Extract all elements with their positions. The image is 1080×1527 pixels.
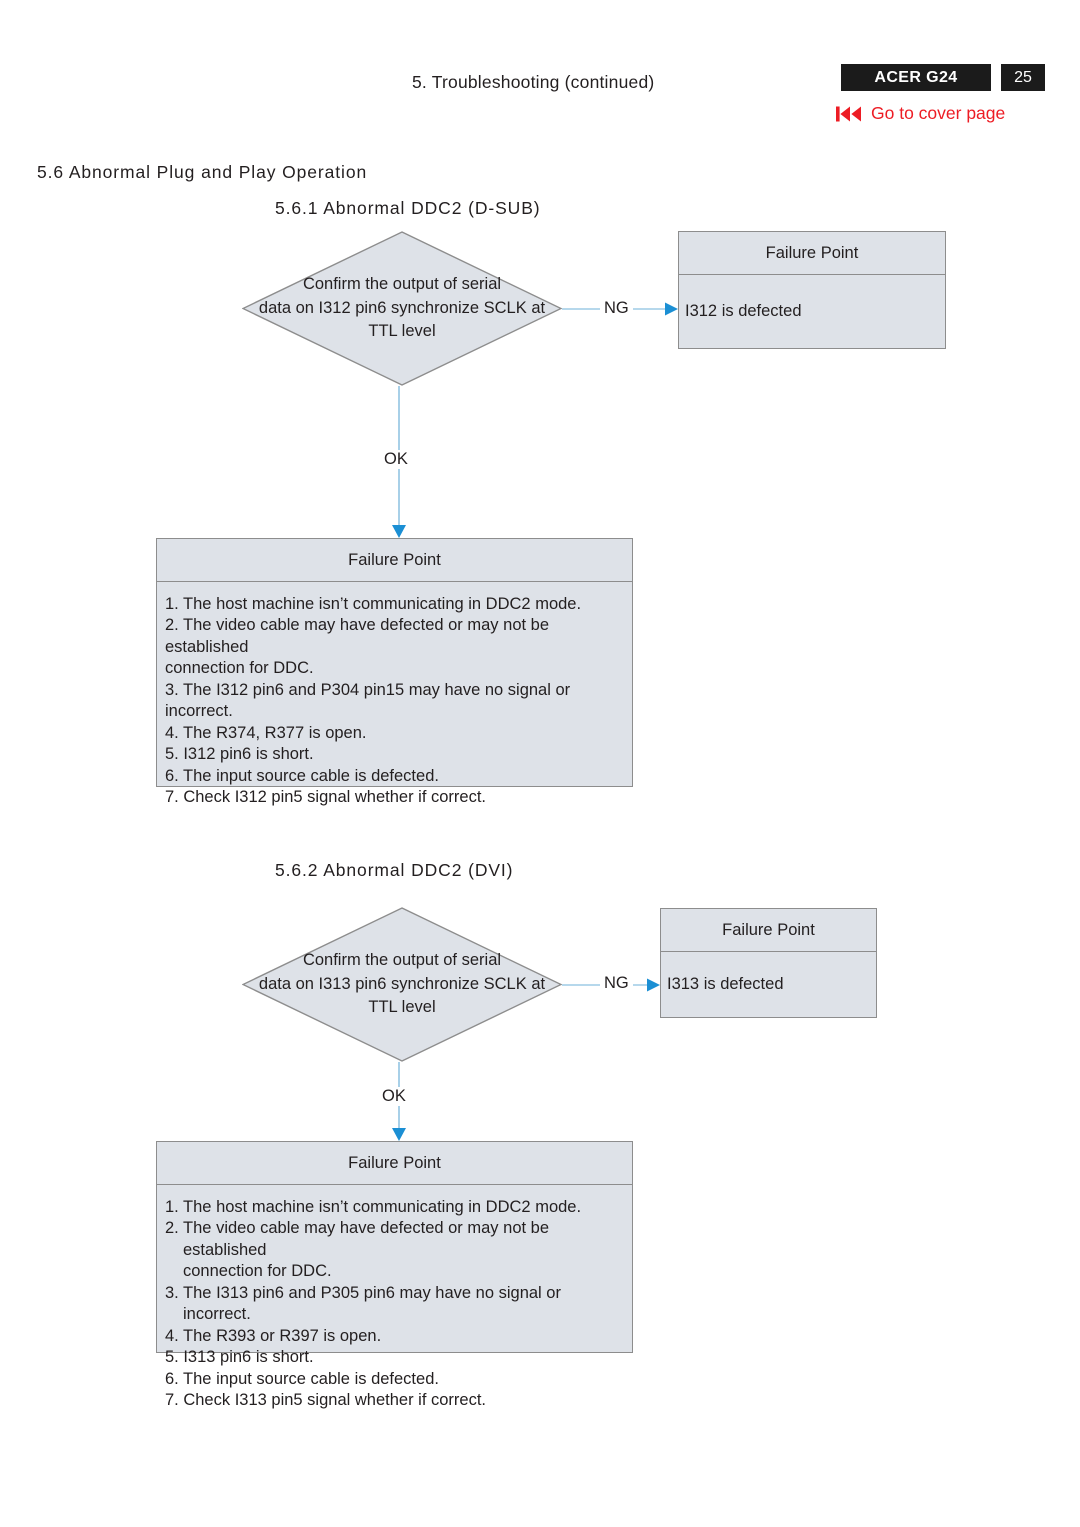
- failure-point-list-item: 3. The I313 pin6 and P305 pin6 may have …: [165, 1283, 566, 1324]
- go-to-cover-page-link[interactable]: Go to cover page: [836, 103, 1005, 124]
- failure-point-header: Failure Point: [661, 909, 876, 952]
- failure-point-box-ok-2: Failure Point 1. The host machine isn’t …: [156, 1141, 633, 1409]
- failure-point-list-item: 4. The R393 or R397 is open.: [165, 1326, 382, 1345]
- failure-point-list-item: 2. The video cable may have defected or …: [165, 1219, 550, 1281]
- failure-point-header: Failure Point: [679, 232, 945, 275]
- failure-point-list-item: 6. The input source cable is defected.: [165, 1369, 439, 1388]
- document-page: 5. Troubleshooting (continued) ACER G24 …: [0, 0, 1080, 1527]
- failure-point-list: 1. The host machine isn’t communicating …: [157, 1185, 632, 1421]
- page-header-title: 5. Troubleshooting (continued): [412, 72, 655, 92]
- page-number-badge: 25: [1001, 64, 1045, 91]
- failure-point-list-item: 1. The host machine isn’t communicating …: [165, 1198, 582, 1216]
- edge-label-ok-1: OK: [380, 450, 412, 469]
- go-to-cover-page-label: Go to cover page: [871, 103, 1006, 123]
- edge-label-ng-2: NG: [600, 974, 633, 993]
- failure-point-list-item: 7. Check I313 pin5 signal whether if cor…: [165, 1390, 487, 1409]
- failure-point-box-ok-1: Failure Point 1. The host machine isn’t …: [156, 538, 633, 806]
- skip-to-start-icon: [836, 105, 862, 123]
- model-badge: ACER G24: [841, 64, 991, 91]
- failure-point-list-item: 7. Check I312 pin5 signal whether if cor…: [165, 787, 487, 806]
- failure-point-header: Failure Point: [157, 539, 632, 582]
- failure-point-list-item: 6. The input source cable is defected.: [165, 766, 439, 785]
- failure-point-body: I312 is defected: [685, 302, 802, 321]
- decision-diamond-ddc2-dsub: Confirm the output of serial data on I31…: [242, 231, 562, 386]
- failure-point-body: I313 is defected: [667, 975, 784, 994]
- failure-point-list-item: 4. The R374, R377 is open.: [165, 723, 367, 742]
- failure-point-list-item: 5. I313 pin6 is short.: [165, 1348, 314, 1367]
- edge-label-ng-1: NG: [600, 299, 633, 318]
- failure-point-list: 1. The host machine isn’t communicating …: [157, 582, 632, 818]
- failure-point-header: Failure Point: [157, 1142, 632, 1185]
- edge-label-ok-2: OK: [378, 1087, 410, 1106]
- failure-point-list-item: 3. The I312 pin6 and P304 pin15 may have…: [165, 680, 575, 721]
- heading-5-6-2: 5.6.2 Abnormal DDC2 (DVI): [275, 860, 514, 880]
- failure-point-list-item: 1. The host machine isn’t communicating …: [165, 595, 582, 613]
- heading-5-6-1: 5.6.1 Abnormal DDC2 (D-SUB): [275, 198, 541, 218]
- failure-point-box-ng-2: Failure Point I313 is defected: [660, 908, 877, 1018]
- decision-diamond-ddc2-dvi: Confirm the output of serial data on I31…: [242, 907, 562, 1062]
- failure-point-box-ng-1: Failure Point I312 is defected: [678, 231, 946, 349]
- failure-point-list-item: 5. I312 pin6 is short.: [165, 745, 314, 764]
- failure-point-list-item: 2. The video cable may have defected or …: [165, 616, 550, 678]
- heading-5-6: 5.6 Abnormal Plug and Play Operation: [37, 162, 368, 182]
